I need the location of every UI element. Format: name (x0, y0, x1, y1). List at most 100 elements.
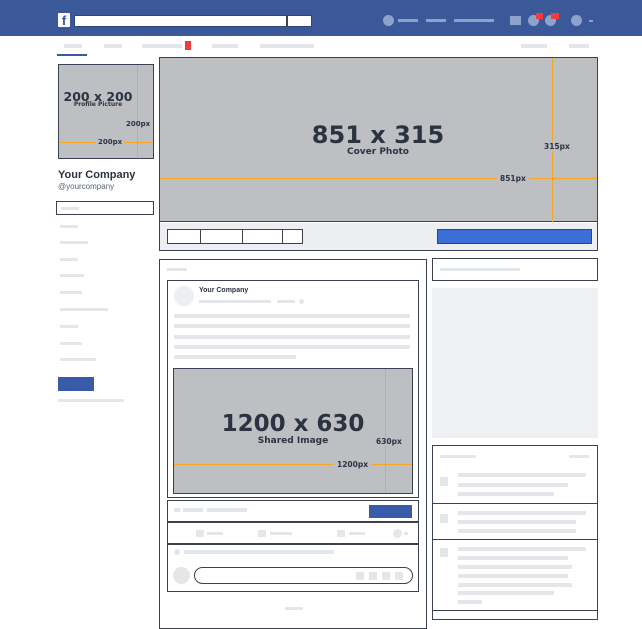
right-list-divider (432, 610, 598, 611)
list-item-line (458, 483, 568, 487)
post-author-name[interactable]: Your Company (199, 287, 248, 294)
comment-action[interactable] (258, 530, 266, 537)
friends-icon[interactable] (510, 16, 521, 25)
cover-photo-size: 851 x 315 (311, 121, 445, 149)
post-footer-meta (174, 508, 180, 512)
promote-button[interactable] (58, 377, 94, 391)
list-item-line (458, 529, 576, 533)
sidebar-item[interactable] (60, 325, 78, 328)
audience-chevron-icon[interactable] (404, 532, 408, 535)
post-text-line (174, 335, 410, 339)
camera-icon[interactable] (369, 572, 377, 580)
tab-like[interactable] (167, 229, 201, 244)
commenter-avatar (173, 567, 190, 584)
post-footer-meta (183, 508, 203, 512)
sidebar-item[interactable] (60, 241, 88, 244)
subnav-badge (185, 41, 191, 50)
cover-photo-label: Cover Photo (346, 147, 409, 157)
post-author-avatar[interactable] (174, 286, 194, 306)
emoji-icon[interactable] (356, 572, 364, 580)
sidebar-item[interactable] (60, 258, 78, 261)
comment-input[interactable] (194, 567, 413, 584)
nav-item-profile[interactable] (398, 19, 418, 22)
list-item-line (458, 520, 576, 524)
like-action[interactable] (196, 530, 204, 537)
post-meta (277, 300, 295, 303)
sidebar-item[interactable] (60, 225, 78, 228)
feed-header-line (167, 268, 187, 271)
tab-share[interactable] (243, 229, 283, 244)
list-item-thumb[interactable] (440, 514, 448, 523)
list-item-line (458, 565, 572, 569)
post-footer-meta (207, 508, 247, 512)
sidebar-item[interactable] (60, 342, 82, 345)
gif-icon[interactable] (382, 572, 390, 580)
notification-badge (536, 13, 543, 19)
post-meta-icon (299, 299, 304, 304)
right-list-divider (432, 539, 598, 540)
facebook-logo-icon[interactable]: f (58, 13, 70, 28)
list-item-thumb[interactable] (440, 548, 448, 557)
boost-post-button[interactable] (369, 505, 412, 518)
audience-icon[interactable] (393, 529, 402, 538)
help-icon[interactable] (571, 15, 582, 26)
share-action[interactable] (337, 530, 345, 537)
cover-width-dim: 851px (497, 174, 529, 183)
post-text-line (174, 345, 410, 349)
comment-action[interactable] (270, 532, 292, 535)
page-handle: @yourcompany (58, 182, 115, 191)
sidebar-item[interactable] (60, 358, 96, 361)
subnav-item[interactable] (212, 44, 238, 48)
comment-line (184, 550, 334, 554)
right-list-divider (432, 503, 598, 504)
subnav-item[interactable] (260, 44, 314, 48)
profile-picture-label: Profile Picture (73, 101, 123, 108)
shared-height-dim: 630px (374, 437, 404, 446)
input-placeholder-line (61, 207, 79, 210)
account-menu-chevron-icon[interactable] (589, 20, 593, 22)
shared-width-dim: 1200px (334, 460, 372, 469)
notification-badge (551, 13, 559, 19)
search-button[interactable] (287, 15, 312, 27)
profile-height-guide (137, 66, 138, 157)
list-item-line (458, 591, 554, 595)
list-item-line (458, 473, 586, 477)
post-text-line (174, 324, 410, 328)
see-more-line[interactable] (285, 607, 303, 610)
subnav-item[interactable] (142, 44, 182, 48)
subnav-item[interactable] (569, 44, 589, 48)
post-text-line (174, 314, 410, 318)
subnav-item[interactable] (64, 44, 82, 48)
cover-height-guide (552, 58, 553, 222)
list-item-thumb[interactable] (440, 477, 448, 486)
search-input[interactable] (74, 15, 312, 27)
nav-item-home[interactable] (426, 19, 446, 22)
right-panel-placeholder (432, 288, 598, 438)
cover-primary-button[interactable] (437, 229, 592, 244)
sidebar-footer-line (58, 399, 124, 402)
subnav-item[interactable] (104, 44, 122, 48)
right-list-header (440, 455, 476, 458)
profile-avatar-icon[interactable] (383, 15, 394, 26)
list-item-line (458, 600, 482, 604)
post-meta (199, 300, 271, 303)
profile-width-dim: 200px (96, 138, 125, 146)
sticker-icon[interactable] (395, 572, 403, 580)
like-action[interactable] (207, 532, 223, 535)
right-list-header-action[interactable] (569, 455, 589, 458)
comment-avatar (174, 549, 180, 555)
tab-more[interactable] (283, 229, 303, 244)
share-action[interactable] (349, 532, 365, 535)
list-item-line (458, 583, 572, 587)
subnav-item[interactable] (521, 44, 547, 48)
sidebar-item[interactable] (60, 308, 108, 311)
sidebar-item[interactable] (60, 291, 82, 294)
post-text-line (174, 355, 296, 359)
post-reactions-bar (167, 522, 419, 544)
nav-item-create[interactable] (454, 19, 494, 22)
sidebar-item[interactable] (60, 274, 84, 277)
tab-follow[interactable] (201, 229, 243, 244)
shared-image-label: Shared Image (257, 436, 329, 446)
cover-height-dim: 315px (542, 142, 572, 151)
subnav-active-underline (57, 54, 87, 56)
